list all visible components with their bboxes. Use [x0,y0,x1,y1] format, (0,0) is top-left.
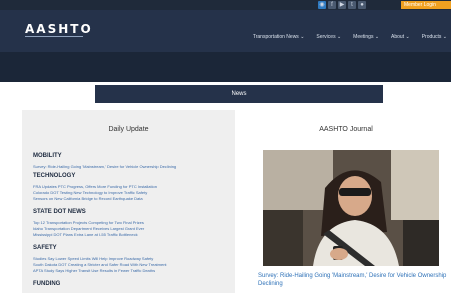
list-item[interactable]: Survey: Ride-Hailing Going 'Mainstream,'… [33,164,176,169]
logo-underline [25,36,83,37]
section-safety: SAFETY [33,245,57,251]
news-heading: News [231,91,247,97]
nav-transportation-news[interactable]: Transportation News ⌄ [253,34,305,40]
journal-title: AASHTO Journal [319,126,373,133]
section-technology: TECHNOLOGY [33,173,76,179]
nav-services[interactable]: Services ⌄ [316,34,341,40]
header-band [0,52,451,82]
list-item[interactable]: APTA Study Says Higher Transit Use Resul… [33,268,155,273]
news-heading-bar: News [95,85,383,103]
woman-in-car-image [263,150,439,266]
section-mobility: MOBILITY [33,153,62,159]
social-icons: ◉ f ▶ t ● [318,1,366,9]
journal-caption-link[interactable]: Survey: Ride-Hailing Going 'Mainstream,'… [258,272,448,288]
nav-meetings[interactable]: Meetings ⌄ [353,34,379,40]
list-item[interactable]: South Dakota DOT Creating a Stricter and… [33,262,167,267]
list-item[interactable]: Studies Say Lower Speed Limits Will Help… [33,256,153,261]
list-item[interactable]: Sensors on New California Bridge to Reco… [33,196,143,201]
section-state-dot-news: STATE DOT NEWS [33,209,86,215]
list-item[interactable]: FRA Updates PTC Progress, Offers More Fu… [33,184,157,189]
member-login-button[interactable]: Member Login [401,1,451,9]
twitter-icon[interactable]: t [348,1,356,9]
list-item[interactable]: Top 12 Transportation Projects Competing… [33,220,144,225]
daily-update-title: Daily Update [108,126,149,133]
flickr-icon[interactable]: ● [358,1,366,9]
nav-products[interactable]: Products ⌄ [422,34,447,40]
rss-icon[interactable]: ◉ [318,1,326,9]
list-item[interactable]: Mississippi DOT Plans Extra Lane at I-55… [33,232,138,237]
journal-photo[interactable] [263,150,439,266]
main-nav: Transportation News ⌄ Services ⌄ Meeting… [253,34,447,40]
member-login-label: Member Login [404,2,436,8]
list-item[interactable]: Idaho Transportation Department Receives… [33,226,144,231]
nav-about[interactable]: About ⌄ [391,34,410,40]
youtube-icon[interactable]: ▶ [338,1,346,9]
section-funding: FUNDING [33,281,61,287]
list-item[interactable]: Colorado DOT Testing New Technology to I… [33,190,147,195]
utility-bar: ◉ f ▶ t ● Member Login [0,0,451,10]
aashto-logo[interactable]: AASHTO [25,22,93,36]
facebook-icon[interactable]: f [328,1,336,9]
